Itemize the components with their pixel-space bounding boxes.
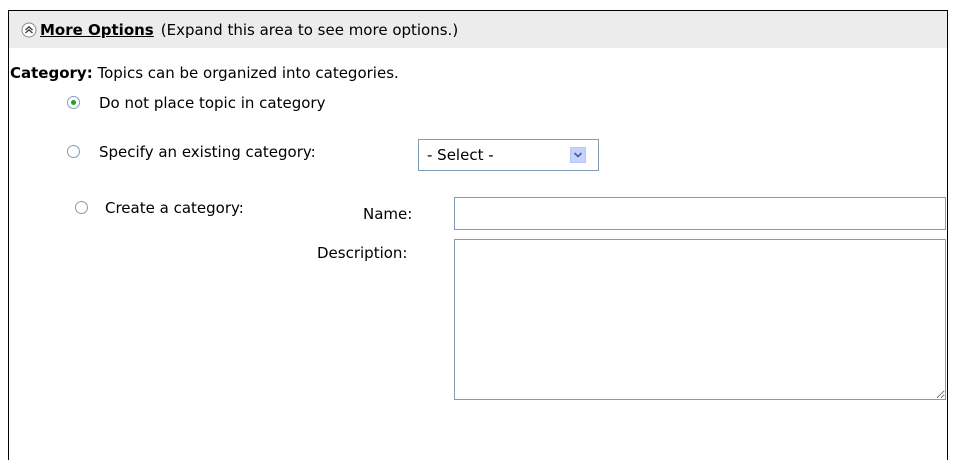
category-name-input[interactable]	[454, 197, 946, 230]
category-description-textarea[interactable]	[454, 239, 946, 400]
more-options-header[interactable]: More Options (Expand this area to see mo…	[9, 11, 947, 48]
radio-existing-category[interactable]	[67, 145, 80, 158]
more-options-link[interactable]: More Options	[40, 21, 154, 39]
chevron-down-icon[interactable]	[570, 147, 586, 163]
radio-no-category[interactable]	[67, 96, 80, 109]
category-description: Topics can be organized into categories.	[97, 64, 399, 82]
category-label: Category:	[10, 64, 93, 82]
category-name-label: Name:	[363, 205, 413, 223]
radio-create-category[interactable]	[75, 201, 88, 214]
radio-create-category-label[interactable]: Create a category:	[105, 199, 244, 217]
category-select-value: - Select -	[427, 146, 494, 164]
radio-no-category-label[interactable]: Do not place topic in category	[99, 94, 325, 112]
more-options-hint: (Expand this area to see more options.)	[160, 20, 459, 39]
collapse-up-icon[interactable]	[21, 22, 37, 38]
radio-existing-category-label[interactable]: Specify an existing category:	[99, 143, 316, 161]
category-description-label: Description:	[317, 244, 408, 262]
category-select[interactable]: - Select -	[418, 139, 599, 171]
category-heading: Category: Topics can be organized into c…	[10, 64, 399, 82]
